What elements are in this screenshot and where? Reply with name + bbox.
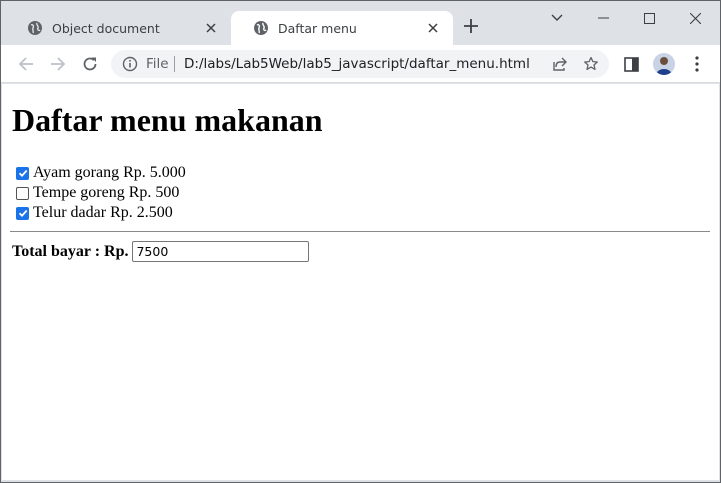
info-icon[interactable]: [122, 56, 138, 72]
menu-item-tempe[interactable]: Tempe goreng Rp. 500: [14, 183, 179, 203]
tab-search-button[interactable]: [534, 1, 580, 35]
menu-button[interactable]: [687, 54, 707, 74]
more-vert-icon: [695, 56, 699, 72]
menu-item-label: Telur dadar Rp. 2.500: [33, 204, 173, 221]
tab-title: Daftar menu: [278, 20, 357, 36]
side-panel-button[interactable]: [621, 54, 641, 74]
reload-button[interactable]: [77, 51, 103, 77]
tab-daftar-menu[interactable]: Daftar menu: [231, 11, 453, 45]
minimize-button[interactable]: [580, 1, 626, 35]
check-icon: [18, 169, 27, 178]
browser-window: Object document Daftar menu File D:/labs…: [0, 0, 721, 483]
tab-title: Object document: [52, 20, 160, 36]
maximize-button[interactable]: [626, 1, 672, 35]
page-title: Daftar menu makanan: [12, 102, 323, 138]
divider: [174, 56, 175, 72]
menu-item-telur[interactable]: Telur dadar Rp. 2.500: [14, 203, 173, 223]
plus-icon: [464, 19, 478, 33]
checkbox-tempe[interactable]: [16, 186, 29, 200]
minimize-icon: [597, 17, 609, 19]
chevron-down-icon: [551, 14, 563, 21]
maximize-icon: [643, 12, 655, 24]
close-icon: [689, 12, 701, 24]
arrow-left-icon: [18, 57, 33, 71]
total-input[interactable]: [132, 241, 310, 262]
close-icon[interactable]: [203, 20, 219, 36]
avatar[interactable]: [653, 53, 675, 75]
checkbox-ayam[interactable]: [16, 166, 29, 180]
total-label: Total bayar : Rp.: [12, 242, 129, 260]
url-text[interactable]: D:/labs/Lab5Web/lab5_javascript/daftar_m…: [184, 56, 530, 72]
address-bar[interactable]: File D:/labs/Lab5Web/lab5_javascript/daf…: [111, 50, 609, 78]
side-panel-icon: [623, 56, 639, 72]
close-icon[interactable]: [425, 20, 441, 36]
menu-item-ayam[interactable]: Ayam gorang Rp. 5.000: [14, 163, 186, 183]
forward-button[interactable]: [45, 51, 71, 77]
share-icon[interactable]: [551, 55, 569, 73]
window-close-button[interactable]: [672, 1, 718, 35]
star-icon[interactable]: [582, 55, 600, 73]
profile-icon: [656, 57, 672, 75]
total-row: Total bayar : Rp.: [12, 241, 310, 262]
menu-item-label: Tempe goreng Rp. 500: [33, 184, 180, 201]
checkbox-telur[interactable]: [16, 206, 29, 220]
browser-toolbar: File D:/labs/Lab5Web/lab5_javascript/daf…: [1, 45, 720, 83]
horizontal-rule: [10, 231, 710, 232]
new-tab-button[interactable]: [460, 17, 482, 39]
menu-item-label: Ayam gorang Rp. 5.000: [33, 164, 186, 181]
globe-icon: [28, 21, 42, 35]
scheme-label: File: [146, 56, 169, 72]
check-icon: [18, 209, 27, 218]
arrow-right-icon: [51, 57, 66, 71]
globe-icon: [254, 21, 268, 35]
tab-object-document[interactable]: Object document: [5, 11, 231, 45]
tab-strip: Object document Daftar menu: [1, 1, 720, 45]
back-button[interactable]: [13, 51, 39, 77]
page-content: Daftar menu makanan Ayam gorang Rp. 5.00…: [2, 84, 719, 480]
reload-icon: [83, 57, 97, 71]
